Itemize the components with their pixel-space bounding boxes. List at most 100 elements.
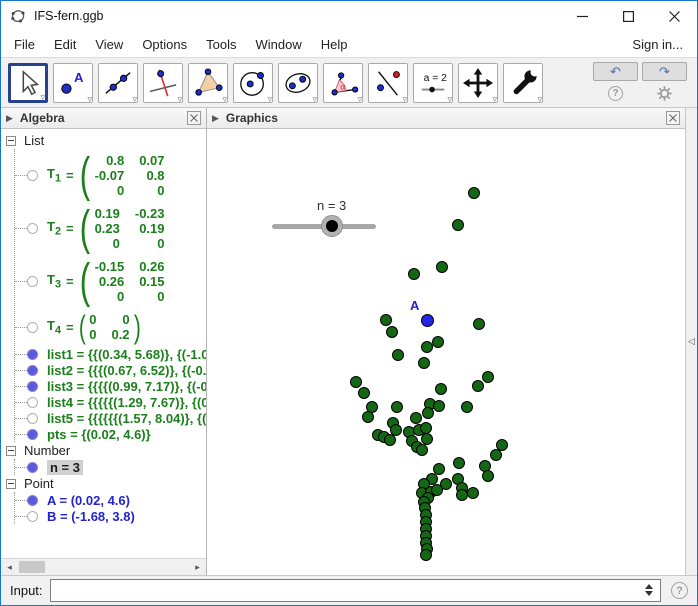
ellipse-tool-button[interactable]: ▿	[278, 62, 318, 104]
reflect-tool-button[interactable]: ▿	[368, 62, 408, 104]
fern-point[interactable]	[482, 470, 494, 482]
menu-edit[interactable]: Edit	[51, 35, 79, 54]
line-tool-button[interactable]: ▿	[98, 62, 138, 104]
angle-tool-button[interactable]: α ▿	[323, 62, 363, 104]
settings-gear-icon[interactable]	[642, 86, 687, 101]
visibility-marble[interactable]	[27, 321, 38, 333]
close-button[interactable]	[651, 1, 697, 31]
fern-point[interactable]	[467, 487, 479, 499]
collapse-minus-icon[interactable]	[6, 135, 16, 146]
visibility-marble[interactable]	[27, 276, 38, 287]
fern-point[interactable]	[435, 383, 447, 395]
fern-point[interactable]	[436, 261, 448, 273]
algebra-item-A[interactable]: A = (0.02, 4.6)	[15, 492, 206, 508]
algebra-item-T4[interactable]: T4 =(0 0 0 0.2)	[15, 308, 206, 346]
collapse-minus-icon[interactable]	[6, 478, 16, 489]
menu-window[interactable]: Window	[252, 35, 304, 54]
visibility-marble[interactable]	[27, 364, 38, 376]
scrollbar-thumb[interactable]	[19, 561, 45, 573]
tool-dropdown-icon[interactable]: ▿	[40, 92, 45, 102]
fern-point[interactable]	[456, 489, 468, 501]
algebra-close-icon[interactable]	[187, 111, 201, 125]
visibility-marble[interactable]	[27, 380, 38, 392]
undo-button[interactable]: ↶	[593, 62, 638, 81]
fern-point[interactable]	[392, 349, 404, 361]
menu-file[interactable]: File	[11, 35, 38, 54]
fern-point[interactable]	[362, 411, 374, 423]
fern-point[interactable]	[432, 336, 444, 348]
tool-dropdown-icon[interactable]: ▿	[402, 94, 407, 104]
algebra-item-T1[interactable]: T1 = (0.8 0.07 -0.07 0.8 0 0	[15, 149, 206, 202]
fern-point[interactable]	[416, 444, 428, 456]
menu-tools[interactable]: Tools	[203, 35, 239, 54]
tool-dropdown-icon[interactable]: ▿	[267, 94, 272, 104]
visibility-marble[interactable]	[27, 510, 38, 522]
visibility-marble[interactable]	[27, 348, 38, 360]
fern-point[interactable]	[473, 318, 485, 330]
redo-button[interactable]: ↷	[642, 62, 687, 81]
fern-point[interactable]	[472, 380, 484, 392]
algebra-item-list5[interactable]: list5 = {{{{{{(1.57, 8.04)}, {(0	[15, 410, 206, 426]
input-history-spinner-icon[interactable]	[645, 584, 653, 596]
tool-dropdown-icon[interactable]: ▿	[447, 94, 452, 104]
tool-dropdown-icon[interactable]: ▿	[222, 94, 227, 104]
sign-in-link[interactable]: Sign in...	[628, 35, 687, 54]
tool-dropdown-icon[interactable]: ▿	[492, 94, 497, 104]
scroll-left-arrow-icon[interactable]: ◂	[1, 559, 18, 575]
fern-point[interactable]	[490, 449, 502, 461]
algebra-item-B[interactable]: B = (-1.68, 3.8)	[15, 508, 206, 524]
help-icon[interactable]: ?	[608, 86, 623, 101]
menu-view[interactable]: View	[92, 35, 126, 54]
fern-point[interactable]	[453, 457, 465, 469]
visibility-marble[interactable]	[27, 461, 38, 473]
visibility-marble[interactable]	[27, 428, 38, 440]
scroll-right-arrow-icon[interactable]: ▸	[189, 559, 206, 575]
maximize-button[interactable]	[605, 1, 651, 31]
algebra-item-list4[interactable]: list4 = {{{{{(1.29, 7.67)}, {(0.	[15, 394, 206, 410]
tool-dropdown-icon[interactable]: ▿	[537, 94, 542, 104]
visibility-marble[interactable]	[27, 223, 38, 234]
visibility-marble[interactable]	[27, 396, 38, 408]
fern-point[interactable]	[468, 187, 480, 199]
algebra-item-list3[interactable]: list3 = {{{{(0.99, 7.17)}, {(-0.2	[15, 378, 206, 394]
move-tool-button[interactable]: ▿	[8, 62, 48, 103]
visibility-marble[interactable]	[27, 494, 38, 506]
menu-options[interactable]: Options	[139, 35, 190, 54]
algebra-horizontal-scrollbar[interactable]: ◂ ▸	[1, 558, 206, 575]
visibility-marble[interactable]	[27, 170, 38, 181]
command-input[interactable]	[50, 580, 638, 601]
fern-point[interactable]	[421, 341, 433, 353]
graphics-canvas[interactable]: n = 3 A	[207, 129, 685, 575]
panel-menu-arrow-icon[interactable]: ▶	[6, 113, 13, 124]
fern-point[interactable]	[420, 549, 432, 561]
fern-point[interactable]	[380, 314, 392, 326]
fern-point[interactable]	[418, 357, 430, 369]
fern-point[interactable]	[422, 407, 434, 419]
fern-point[interactable]	[350, 376, 362, 388]
fern-point[interactable]	[482, 371, 494, 383]
panel-menu-arrow-icon[interactable]: ▶	[212, 113, 219, 124]
algebra-item-n[interactable]: n = 3	[15, 459, 206, 475]
fern-point[interactable]	[358, 387, 370, 399]
tool-dropdown-icon[interactable]: ▿	[87, 94, 92, 104]
slider-tool-button[interactable]: a = 2 ▿	[413, 62, 453, 104]
move-graphics-view-tool-button[interactable]: ▿	[458, 62, 498, 104]
input-help-icon[interactable]: ?	[671, 582, 688, 599]
algebra-item-T2[interactable]: T2 = (0.19 -0.23 0.23 0.19 0 0	[15, 202, 206, 255]
tool-dropdown-icon[interactable]: ▿	[357, 94, 362, 104]
fern-point[interactable]	[433, 400, 445, 412]
fern-point[interactable]	[408, 268, 420, 280]
fern-point[interactable]	[391, 401, 403, 413]
fern-point[interactable]	[386, 326, 398, 338]
tool-dropdown-icon[interactable]: ▿	[132, 94, 137, 104]
algebra-item-list1[interactable]: list1 = {{(0.34, 5.68)}, {(-1.05	[15, 346, 206, 362]
fern-point[interactable]	[461, 401, 473, 413]
fern-point[interactable]	[410, 412, 422, 424]
graphics-close-icon[interactable]	[666, 111, 680, 125]
tool-dropdown-icon[interactable]: ▿	[312, 94, 317, 104]
polygon-tool-button[interactable]: ▿	[188, 62, 228, 104]
algebra-item-list2[interactable]: list2 = {{{(0.67, 6.52)}, {(-0.6	[15, 362, 206, 378]
algebra-item-T3[interactable]: T3 = (-0.15 0.26 0.26 0.15 0 0	[15, 255, 206, 308]
perpendicular-line-tool-button[interactable]: ▿	[143, 62, 183, 103]
point-A[interactable]	[421, 314, 434, 327]
